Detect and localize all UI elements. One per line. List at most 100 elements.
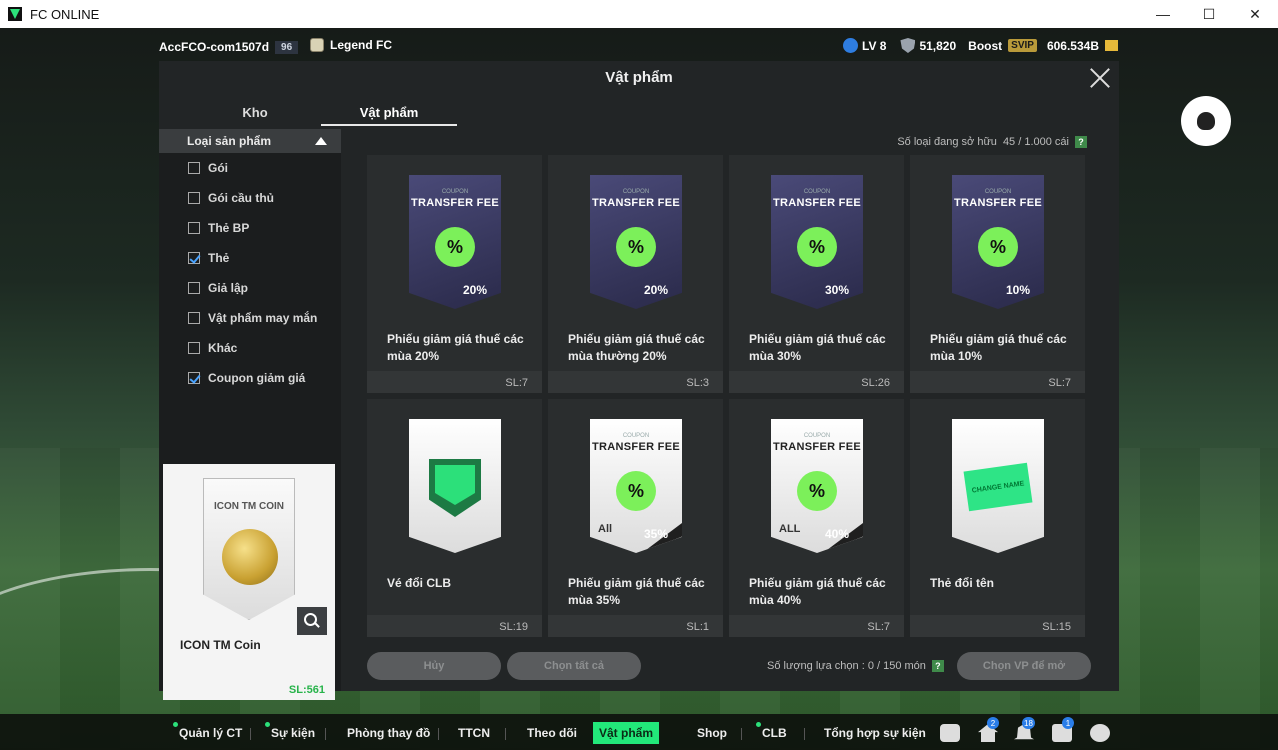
owned-count: Số loại đang sở hữu 45 / 1.000 cái ? — [897, 136, 1087, 148]
filter-sidebar: Loại sản phẩm Gói Gói cầu thủ Thẻ BP Thẻ… — [159, 129, 341, 700]
item-card[interactable]: COUPON TRANSFER FEE % All 35% Phiếu giảm… — [548, 399, 723, 637]
item-card[interactable]: Vé đổi CLB SL:19 — [367, 399, 542, 637]
close-window-button[interactable]: ✕ — [1232, 0, 1278, 28]
detail-item-qty: SL:561 — [288, 684, 325, 696]
filter-label: Gói — [208, 161, 228, 175]
item-card[interactable]: COUPON TRANSFER FEE % 30% Phiếu giảm giá… — [729, 155, 904, 393]
tab-vat-pham[interactable]: Vật phẩm — [321, 105, 457, 126]
nav-ttcn[interactable]: TTCN — [452, 722, 496, 744]
bp-coin-icon — [1105, 40, 1118, 51]
checkbox[interactable] — [188, 312, 200, 324]
filter-label: Giả lập — [208, 281, 249, 295]
nav-su-kien[interactable]: Sự kiện — [265, 722, 321, 744]
coupon-ticket: COUPON TRANSFER FEE % ALL 40% — [771, 419, 863, 553]
nav-label: Theo dõi — [527, 726, 577, 740]
nav-label: TTCN — [458, 726, 490, 740]
detail-item-card: ICON TM COIN — [203, 478, 295, 620]
filter-the[interactable]: Thẻ — [159, 243, 341, 273]
nav-quan-ly-ct[interactable]: Quản lý CT — [173, 722, 248, 744]
item-name: Phiếu giảm giá thuế các mùa 30% — [749, 332, 886, 363]
item-card[interactable]: COUPON TRANSFER FEE % ALL 40% Phiếu giảm… — [729, 399, 904, 637]
window-controls: — ☐ ✕ — [1140, 0, 1278, 28]
filter-gia-lap[interactable]: Giả lập — [159, 273, 341, 303]
nav-tong-hop-su-kien[interactable]: Tổng hợp sự kiện — [818, 722, 932, 744]
item-card[interactable]: CHANGE NAME Thẻ đổi tên SL:15 — [910, 399, 1085, 637]
team-info[interactable]: Legend FC — [310, 38, 392, 52]
friends-chat-icon[interactable] — [1181, 96, 1231, 146]
coupon-title: TRANSFER FEE — [773, 197, 861, 209]
modal-title: Vật phẩm — [605, 69, 673, 86]
choose-vp-button[interactable]: Chọn VP để mở — [957, 652, 1091, 680]
filter-header-label: Loại sản phẩm — [187, 134, 272, 148]
nav-theo-doi[interactable]: Theo dõi — [521, 722, 583, 744]
zoom-button[interactable] — [297, 607, 327, 635]
filter-goi-cau-thu[interactable]: Gói cầu thủ — [159, 183, 341, 213]
coupon-ticket: COUPON TRANSFER FEE % All 35% — [590, 419, 682, 553]
owned-value: 45 / 1.000 cái — [1002, 136, 1069, 148]
account-info[interactable]: AccFCO-com1507d 96 — [159, 40, 299, 54]
item-qty: SL:7 — [867, 621, 890, 633]
item-card[interactable]: COUPON TRANSFER FEE % 20% Phiếu giảm giá… — [367, 155, 542, 393]
coupon-percent: 30% — [824, 283, 849, 297]
checkbox[interactable] — [188, 192, 200, 204]
nav-clb[interactable]: CLB — [756, 722, 793, 744]
percent-badge-icon: % — [797, 471, 837, 511]
nav-label: Sự kiện — [271, 726, 316, 740]
coupon-percent: 35% — [643, 527, 668, 541]
filter-the-bp[interactable]: Thẻ BP — [159, 213, 341, 243]
coupon-title: TRANSFER FEE — [773, 441, 861, 453]
change-name-card-icon: CHANGE NAME — [963, 462, 1033, 512]
account-name: AccFCO-com1507d — [159, 40, 270, 54]
coupon-label: COUPON — [441, 189, 469, 195]
chat-icon[interactable] — [940, 724, 960, 742]
filter-header[interactable]: Loại sản phẩm — [159, 129, 341, 153]
item-name: Thẻ đổi tên — [930, 576, 994, 590]
coupon-percent: 20% — [462, 283, 487, 297]
checkbox[interactable] — [188, 222, 200, 234]
checkbox-checked[interactable] — [188, 252, 200, 264]
gear-icon[interactable] — [1090, 724, 1110, 742]
coupon-title: TRANSFER FEE — [592, 197, 680, 209]
filter-goi[interactable]: Gói — [159, 153, 341, 183]
points-value: 51,820 — [919, 38, 957, 53]
select-all-button[interactable]: Chọn tất cả — [507, 652, 641, 680]
item-qty: SL:15 — [1042, 621, 1071, 633]
item-card[interactable]: COUPON TRANSFER FEE % 10% Phiếu giảm giá… — [910, 155, 1085, 393]
item-qty: SL:7 — [1048, 377, 1071, 389]
team-name: Legend FC — [330, 38, 392, 52]
owned-label: Số loại đang sở hữu — [897, 136, 997, 148]
checkbox-checked[interactable] — [188, 372, 200, 384]
level-icon — [843, 38, 858, 53]
filter-khac[interactable]: Khác — [159, 333, 341, 363]
filter-coupon[interactable]: Coupon giảm giá — [159, 363, 341, 393]
item-card[interactable]: COUPON TRANSFER FEE % 20% Phiếu giảm giá… — [548, 155, 723, 393]
percent-badge-icon: % — [797, 227, 837, 267]
coupon-label: COUPON — [622, 433, 650, 439]
boost-label: Boost — [968, 38, 1003, 53]
help-icon[interactable]: ? — [1075, 136, 1087, 148]
detail-card-title: ICON TM COIN — [214, 501, 284, 512]
item-detail-panel: ICON TM COIN ICON TM Coin SL:561 — [163, 464, 335, 700]
nav-phong-thay-do[interactable]: Phòng thay đồ — [341, 722, 436, 744]
coupon-ticket: COUPON TRANSFER FEE % 30% — [771, 175, 863, 309]
filter-label: Gói cầu thủ — [208, 191, 274, 205]
bp-value: 606.534B — [1046, 38, 1099, 53]
help-icon[interactable]: ? — [931, 660, 944, 672]
item-name: Vé đổi CLB — [387, 576, 452, 590]
minimize-button[interactable]: — — [1140, 0, 1186, 28]
filter-label: Vật phẩm may mắn — [208, 311, 318, 325]
nav-shop[interactable]: Shop — [691, 722, 733, 744]
filter-vat-pham-may-man[interactable]: Vật phẩm may mắn — [159, 303, 341, 333]
maximize-button[interactable]: ☐ — [1186, 0, 1232, 28]
cancel-button[interactable]: Hủy — [367, 652, 501, 680]
nav-separator — [804, 728, 805, 740]
nav-separator — [505, 728, 506, 740]
checkbox[interactable] — [188, 342, 200, 354]
checkbox[interactable] — [188, 162, 200, 174]
coupon-title: TRANSFER FEE — [954, 197, 1042, 209]
item-name: Phiếu giảm giá thuế các mùa thường 20% — [568, 332, 705, 363]
nav-vat-pham[interactable]: Vật phẩm — [593, 722, 660, 744]
checkbox[interactable] — [188, 282, 200, 294]
percent-badge-icon: % — [616, 471, 656, 511]
close-icon[interactable] — [1089, 67, 1111, 89]
